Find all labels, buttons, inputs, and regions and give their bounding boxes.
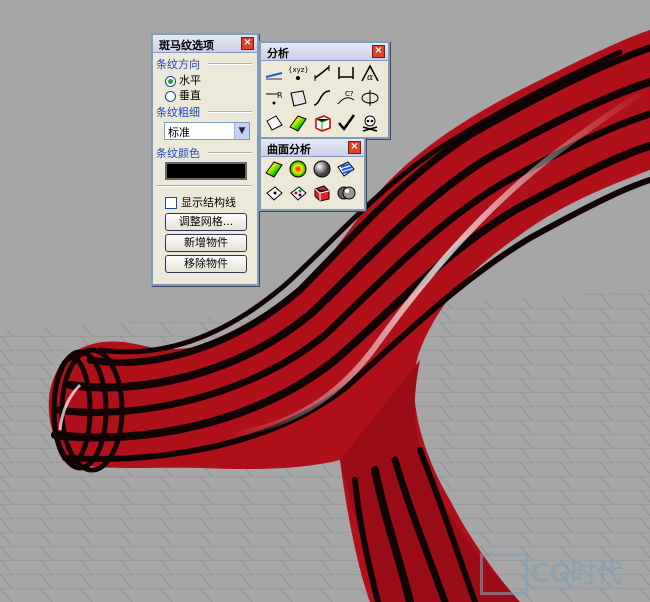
show-structure-checkbox[interactable]: 显示结构线 bbox=[165, 194, 236, 210]
edge-icon[interactable] bbox=[264, 183, 284, 203]
radius-circle-icon[interactable] bbox=[360, 88, 380, 108]
surface-close-button[interactable]: × bbox=[348, 141, 361, 154]
dimension-icon[interactable] bbox=[336, 63, 356, 83]
radio-label: 垂直 bbox=[179, 89, 201, 102]
surface-toolbar-title: 曲面分析 bbox=[267, 143, 311, 156]
thickness-value: 标准 bbox=[168, 126, 190, 139]
angle-icon[interactable]: α bbox=[360, 63, 380, 83]
section-divider bbox=[156, 185, 252, 187]
color-header: 条纹颜色 bbox=[156, 147, 200, 160]
cg-time-watermark: CG时代 www.cgtime.com.cn bbox=[480, 545, 650, 595]
point-deviation-icon[interactable] bbox=[288, 183, 308, 203]
length-icon[interactable] bbox=[312, 63, 332, 83]
analysis-close-button[interactable]: × bbox=[372, 45, 385, 58]
radio-dot-icon bbox=[165, 75, 176, 87]
direction-icon[interactable] bbox=[264, 113, 284, 133]
zebra-panel-title: 斑马纹选项 bbox=[159, 39, 214, 52]
direction-horizontal-radio[interactable]: 水平 bbox=[165, 72, 201, 88]
zebra-icon[interactable] bbox=[336, 159, 356, 179]
skull-icon[interactable] bbox=[360, 113, 380, 133]
checkbox-label: 显示结构线 bbox=[181, 196, 236, 209]
emap-sphere-icon[interactable] bbox=[336, 183, 356, 203]
radius-icon[interactable]: R bbox=[264, 88, 284, 108]
curvature-analysis-icon[interactable] bbox=[264, 159, 284, 179]
adjust-mesh-button[interactable]: 调整网格... bbox=[165, 213, 247, 231]
analysis-toolbar: 分析 × {xyz} α R C? bbox=[259, 41, 390, 139]
analysis-toolbar-titlebar[interactable]: 分析 × bbox=[261, 43, 388, 61]
radio-dot-icon bbox=[165, 90, 176, 102]
watermark-url: www.cgtime.com.cn bbox=[532, 583, 613, 592]
draft-angle-icon[interactable] bbox=[288, 159, 308, 179]
evaluate-point-icon[interactable]: C? bbox=[336, 88, 356, 108]
section-divider bbox=[208, 111, 252, 113]
surface-toolbar-titlebar[interactable]: 曲面分析 × bbox=[261, 139, 364, 157]
zebra-options-panel: 斑马纹选项 × 条纹方向 水平 垂直 条纹粗细 标准 ▼ 条纹颜色 显示结构线 … bbox=[151, 33, 259, 286]
stripe-color-swatch[interactable] bbox=[165, 162, 247, 180]
area-icon[interactable] bbox=[288, 88, 308, 108]
coordinate-xyz-icon[interactable]: {xyz} bbox=[288, 63, 308, 83]
direction-header: 条纹方向 bbox=[156, 58, 200, 71]
bounding-box-icon[interactable] bbox=[312, 113, 332, 133]
watermark-logo-icon bbox=[480, 553, 528, 595]
section-divider bbox=[208, 63, 252, 65]
svg-text:C?: C? bbox=[345, 90, 354, 98]
zebra-panel-close-button[interactable]: × bbox=[241, 37, 254, 50]
check-icon[interactable] bbox=[336, 113, 356, 133]
svg-text:α: α bbox=[367, 73, 373, 83]
checkbox-box-icon bbox=[165, 197, 177, 209]
add-object-button[interactable]: 新增物件 bbox=[165, 234, 247, 252]
direction-vertical-radio[interactable]: 垂直 bbox=[165, 87, 201, 103]
thickness-header: 条纹粗细 bbox=[156, 106, 200, 119]
environment-map-icon[interactable] bbox=[312, 159, 332, 179]
chevron-down-icon[interactable]: ▼ bbox=[234, 123, 249, 139]
remove-object-button[interactable]: 移除物件 bbox=[165, 255, 247, 273]
radio-label: 水平 bbox=[179, 74, 201, 87]
zebra-panel-titlebar[interactable]: 斑马纹选项 × bbox=[153, 35, 257, 53]
section-divider bbox=[208, 152, 252, 154]
thickness-select[interactable]: 标准 ▼ bbox=[164, 122, 250, 140]
curvature-graph-icon[interactable] bbox=[312, 88, 332, 108]
analysis-toolbar-title: 分析 bbox=[267, 47, 289, 60]
svg-text:{xyz}: {xyz} bbox=[288, 66, 308, 74]
surface-analysis-toolbar: 曲面分析 × bbox=[259, 137, 366, 211]
thickness-icon[interactable] bbox=[312, 183, 332, 203]
svg-text:R: R bbox=[277, 91, 283, 100]
color-analysis-icon[interactable] bbox=[288, 113, 308, 133]
distance-icon[interactable] bbox=[264, 63, 284, 83]
